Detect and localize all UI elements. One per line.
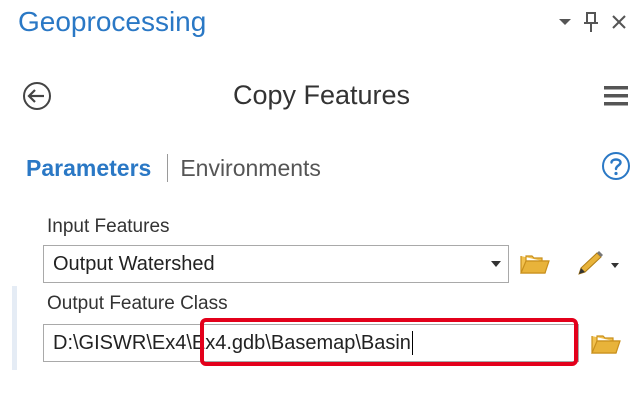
tab-environments[interactable]: Environments xyxy=(180,155,321,182)
menu-button[interactable] xyxy=(600,80,632,112)
output-feature-class-label: Output Feature Class xyxy=(47,293,228,314)
text-cursor xyxy=(411,331,413,355)
pencil-icon xyxy=(578,251,619,275)
hamburger-menu-icon xyxy=(604,86,628,106)
output-feature-class-input[interactable]: D:\GISWR\Ex4\Ex4.gdb\Basemap\Basin xyxy=(43,324,579,362)
chevron-down-icon xyxy=(491,261,501,267)
input-features-label: Input Features xyxy=(47,216,170,237)
folder-icon xyxy=(591,335,621,354)
pane-controls xyxy=(553,10,633,34)
browse-input-button[interactable] xyxy=(518,248,552,280)
tab-parameters[interactable]: Parameters xyxy=(26,155,151,182)
browse-output-button[interactable] xyxy=(588,328,624,360)
pin-icon[interactable] xyxy=(579,10,603,34)
input-features-dropdown[interactable]: Output Watershed xyxy=(43,245,509,283)
tab-separator xyxy=(167,154,169,182)
help-button[interactable] xyxy=(600,150,632,182)
tool-title: Copy Features xyxy=(232,80,411,110)
tab-bar: Parameters Environments xyxy=(26,151,321,185)
help-icon xyxy=(602,152,630,180)
folder-icon xyxy=(520,255,550,274)
dropdown-arrow-icon[interactable] xyxy=(553,10,577,34)
close-icon[interactable] xyxy=(607,10,631,34)
active-parameter-indicator xyxy=(12,286,17,370)
create-features-button[interactable] xyxy=(570,248,622,280)
output-feature-class-value: D:\GISWR\Ex4\Ex4.gdb\Basemap\Basin xyxy=(53,331,411,354)
input-features-value: Output Watershed xyxy=(53,252,215,275)
pane-title: Geoprocessing xyxy=(18,6,207,37)
